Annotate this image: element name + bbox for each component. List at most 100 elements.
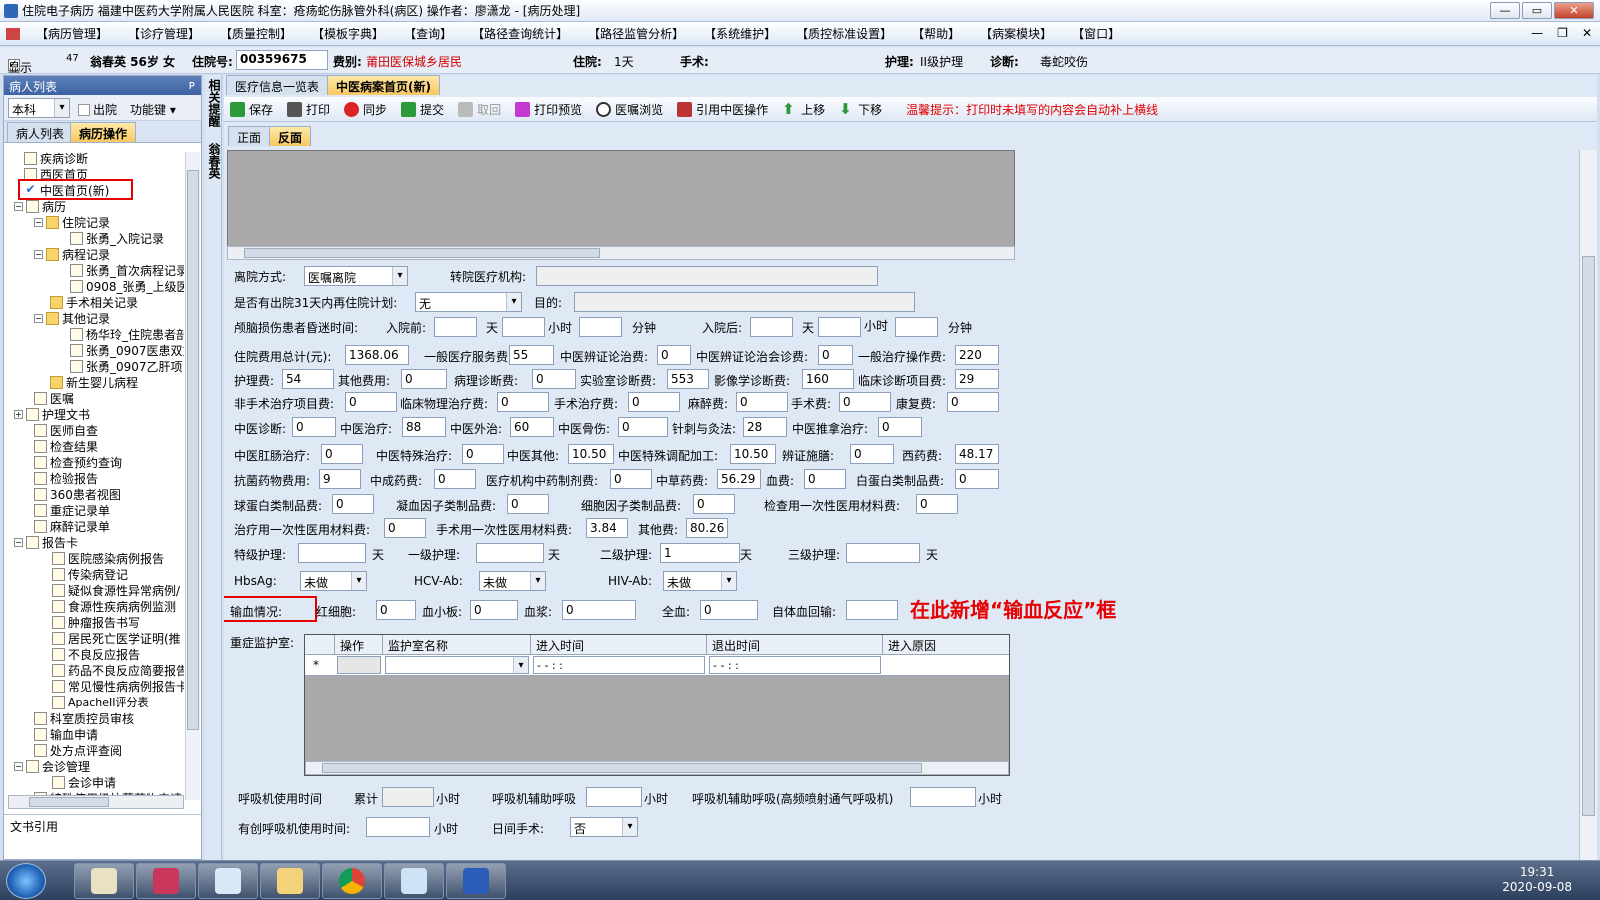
ventilator-assist-input[interactable] bbox=[586, 787, 642, 807]
tree-item[interactable]: − 其他记录 bbox=[34, 310, 110, 326]
ventilator-hf-input[interactable] bbox=[910, 787, 976, 807]
tree-item[interactable]: 食源性疾病病例监测 bbox=[52, 598, 176, 614]
tree-item[interactable]: 重症记录单 bbox=[34, 502, 110, 518]
cite-tcm-op-button[interactable]: 引用中医操作 bbox=[677, 101, 768, 118]
discharged-checkbox[interactable]: 出院 bbox=[78, 101, 117, 118]
menu-case-module[interactable]: 【病案模块】 bbox=[980, 25, 1052, 42]
enter-time-input[interactable]: - - : : bbox=[533, 656, 705, 674]
before-minutes-input[interactable] bbox=[579, 317, 622, 337]
platelet-input[interactable]: 0 bbox=[470, 600, 518, 620]
tab-patient-list[interactable]: 病人列表 bbox=[7, 122, 74, 142]
tree-item[interactable]: 医院感染病例报告 bbox=[52, 550, 164, 566]
fee-input[interactable]: 0 bbox=[878, 417, 922, 437]
taskbar-app-chart[interactable] bbox=[74, 863, 134, 899]
taskbar-chrome[interactable] bbox=[322, 863, 382, 899]
after-minutes-input[interactable] bbox=[895, 317, 938, 337]
fee-input[interactable]: 0 bbox=[401, 369, 447, 389]
before-days-input[interactable] bbox=[434, 317, 477, 337]
tree-item[interactable]: 麻醉记录单 bbox=[34, 518, 110, 534]
tree-item[interactable]: 输血申请 bbox=[34, 726, 98, 742]
taskbar-word[interactable] bbox=[446, 863, 506, 899]
fee-input[interactable]: 0 bbox=[292, 417, 336, 437]
level2-care-input[interactable]: 1 bbox=[660, 543, 740, 563]
total-fee-input[interactable]: 1368.06 bbox=[345, 345, 409, 365]
tree-item[interactable]: 会诊申请 bbox=[52, 774, 116, 790]
fee-input[interactable]: 60 bbox=[510, 417, 554, 437]
fee-input[interactable]: 88 bbox=[402, 417, 446, 437]
patient-tab[interactable]: 翁春英 bbox=[206, 143, 223, 179]
fee-input[interactable]: 28 bbox=[743, 417, 787, 437]
after-days-input[interactable] bbox=[750, 317, 793, 337]
order-browse-button[interactable]: 医嘱浏览 bbox=[596, 101, 663, 118]
form-vscrollbar[interactable] bbox=[1579, 150, 1597, 860]
move-up-button[interactable]: ⬆ 上移 bbox=[782, 101, 825, 118]
tree-item[interactable]: − 会诊管理 bbox=[14, 758, 90, 774]
fee-input[interactable]: 553 bbox=[667, 369, 709, 389]
mdi-close-button[interactable]: ✕ bbox=[1582, 26, 1592, 40]
tree-item[interactable]: 检查预约查询 bbox=[34, 454, 122, 470]
autologous-input[interactable] bbox=[846, 600, 898, 620]
fee-input[interactable]: 0 bbox=[955, 469, 999, 489]
tree-item[interactable]: 张勇_0907医患双方 bbox=[70, 342, 184, 358]
fee-input[interactable]: 0 bbox=[818, 345, 853, 365]
fee-input[interactable]: 0 bbox=[610, 469, 652, 489]
grid-hscrollbar[interactable] bbox=[305, 761, 1009, 775]
cumulative-hours-field[interactable] bbox=[382, 787, 434, 807]
doc-reference[interactable]: 文书引用 bbox=[4, 814, 201, 836]
tree-item[interactable]: 居民死亡医学证明(推 bbox=[52, 630, 181, 646]
menu-query[interactable]: 【查询】 bbox=[404, 25, 452, 42]
tab-back-side[interactable]: 反面 bbox=[269, 126, 312, 146]
tree-item[interactable]: 检查结果 bbox=[34, 438, 98, 454]
whole-blood-input[interactable]: 0 bbox=[700, 600, 758, 620]
tree-item[interactable]: + 护理文书 bbox=[14, 406, 90, 422]
close-button[interactable]: ✕ bbox=[1554, 2, 1594, 19]
fee-input[interactable]: 9 bbox=[319, 469, 361, 489]
tree-item[interactable]: 检验报告 bbox=[34, 470, 98, 486]
taskbar-app-doctor[interactable] bbox=[198, 863, 258, 899]
tree-item[interactable]: 手术相关记录 bbox=[50, 294, 138, 310]
fee-input[interactable]: 0 bbox=[384, 518, 426, 538]
table-row[interactable]: * - - : : - - : : bbox=[305, 655, 1009, 676]
menu-record-mgmt[interactable]: 【病历管理】 bbox=[36, 25, 108, 42]
fee-input[interactable]: 0 bbox=[532, 369, 576, 389]
fee-input[interactable]: 0 bbox=[618, 417, 668, 437]
taskbar-explorer[interactable] bbox=[260, 863, 320, 899]
tree-item[interactable]: 医师自查 bbox=[34, 422, 98, 438]
tree-item[interactable]: 常见慢性病病例报告卡 bbox=[52, 678, 184, 694]
fee-input[interactable]: 48.17 bbox=[955, 444, 999, 464]
special-care-input[interactable] bbox=[298, 543, 366, 563]
tree-item[interactable]: 360患者视图 bbox=[34, 486, 121, 502]
print-preview-button[interactable]: 打印预览 bbox=[515, 101, 582, 118]
fee-input[interactable]: 0 bbox=[850, 444, 894, 464]
exit-time-input[interactable]: - - : : bbox=[709, 656, 881, 674]
tree-item[interactable]: − 病历 bbox=[14, 198, 66, 214]
menu-path-stats[interactable]: 【路径查询统计】 bbox=[472, 25, 568, 42]
tree-item[interactable]: 药品不良反应简要报告 bbox=[52, 662, 184, 678]
rbc-input[interactable]: 0 bbox=[376, 600, 416, 620]
fee-input[interactable]: 56.29 bbox=[717, 469, 761, 489]
taskbar-app-db[interactable] bbox=[136, 863, 196, 899]
tree-item[interactable]: 肿瘤报告书写 bbox=[52, 614, 140, 630]
menu-qc-settings[interactable]: 【质控标准设置】 bbox=[796, 25, 892, 42]
tree-item[interactable]: 不良反应报告 bbox=[52, 646, 140, 662]
system-clock[interactable]: 19:31 2020-09-08 bbox=[1502, 865, 1572, 895]
move-down-button[interactable]: ⬇ 下移 bbox=[839, 101, 882, 118]
tab-medical-overview[interactable]: 医疗信息一览表 bbox=[226, 75, 329, 95]
tree-item[interactable]: 0908_张勇_上级医 bbox=[70, 278, 184, 294]
tree-item[interactable]: − 报告卡 bbox=[14, 534, 78, 550]
fee-input[interactable]: 0 bbox=[434, 469, 476, 489]
menu-quality-control[interactable]: 【质量控制】 bbox=[220, 25, 292, 42]
fee-input[interactable]: 0 bbox=[497, 392, 549, 412]
sync-button[interactable]: 同步 bbox=[344, 101, 387, 118]
tree-item[interactable]: − 病程记录 bbox=[34, 246, 110, 262]
tree-item[interactable]: 处方点评查阅 bbox=[34, 742, 122, 758]
mdi-minimize-button[interactable]: — bbox=[1531, 26, 1543, 40]
fee-input[interactable]: 160 bbox=[802, 369, 854, 389]
hiv-select[interactable]: 未做 bbox=[663, 571, 737, 591]
day-surgery-select[interactable]: 否 bbox=[570, 817, 638, 837]
tree-item[interactable]: ApacheII评分表 bbox=[52, 694, 149, 710]
dept-select[interactable]: 本科 bbox=[8, 98, 70, 118]
tree-item[interactable]: 杨华玲_住院患者剖 bbox=[70, 326, 184, 342]
menu-diagnosis-mgmt[interactable]: 【诊疗管理】 bbox=[128, 25, 200, 42]
fee-input[interactable]: 0 bbox=[657, 345, 691, 365]
